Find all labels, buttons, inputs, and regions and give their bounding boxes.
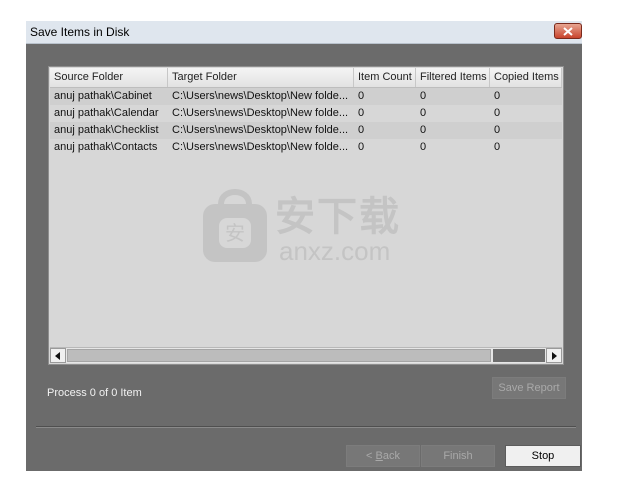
table-row[interactable]: anuj pathak\Cabinet C:\Users\news\Deskto… (50, 88, 562, 105)
cell-copied-items: 0 (494, 124, 501, 136)
finish-button[interactable]: Finish (421, 445, 495, 467)
close-icon (563, 26, 573, 36)
save-report-button[interactable]: Save Report (492, 377, 566, 399)
column-header-source-folder[interactable]: Source Folder (50, 68, 168, 87)
back-button-prefix: < (366, 450, 376, 462)
cell-filtered-items: 0 (420, 90, 427, 102)
column-header-item-count[interactable]: Item Count (354, 68, 416, 87)
cell-item-count: 0 (358, 124, 365, 136)
title-bar: Save Items in Disk (26, 21, 582, 44)
scrollbar-thumb[interactable] (67, 349, 491, 362)
scroll-right-button[interactable] (546, 348, 562, 363)
table-row[interactable]: anuj pathak\Calendar C:\Users\news\Deskt… (50, 105, 562, 122)
cell-filtered-items: 0 (420, 107, 427, 119)
watermark-badge-char: 安 (225, 221, 245, 245)
grid-header: Source Folder Target Folder Item Count F… (50, 68, 562, 88)
arrow-right-icon (552, 351, 557, 360)
process-status: Process 0 of 0 Item (47, 387, 142, 399)
cell-target-folder: C:\Users\news\Desktop\New folde... (172, 124, 349, 136)
save-items-dialog: Save Items in Disk Source Folder Target … (26, 21, 582, 471)
table-row[interactable]: anuj pathak\Checklist C:\Users\news\Desk… (50, 122, 562, 139)
table-row[interactable]: anuj pathak\Contacts C:\Users\news\Deskt… (50, 139, 562, 156)
back-button[interactable]: < Back (346, 445, 420, 467)
divider (36, 426, 576, 428)
cell-copied-items: 0 (494, 141, 501, 153)
column-header-target-folder[interactable]: Target Folder (168, 68, 354, 87)
cell-item-count: 0 (358, 107, 365, 119)
watermark: 安 安下载 anxz.com (199, 182, 439, 272)
cell-target-folder: C:\Users\news\Desktop\New folde... (172, 141, 349, 153)
cell-item-count: 0 (358, 90, 365, 102)
close-button[interactable] (554, 23, 582, 39)
cell-source-folder: anuj pathak\Cabinet (54, 90, 152, 102)
cell-filtered-items: 0 (420, 124, 427, 136)
cell-target-folder: C:\Users\news\Desktop\New folde... (172, 90, 349, 102)
cell-source-folder: anuj pathak\Contacts (54, 141, 158, 153)
cell-item-count: 0 (358, 141, 365, 153)
cell-copied-items: 0 (494, 107, 501, 119)
column-header-copied-items[interactable]: Copied Items (490, 68, 562, 87)
back-button-mnemonic: B (375, 450, 383, 462)
cell-filtered-items: 0 (420, 141, 427, 153)
stop-button[interactable]: Stop (505, 445, 581, 467)
back-button-rest: ack (382, 450, 400, 462)
scrollbar-track[interactable] (493, 349, 545, 362)
arrow-left-icon (55, 351, 60, 360)
shopping-bag-icon: 安 (203, 189, 267, 262)
cell-copied-items: 0 (494, 90, 501, 102)
watermark-en: anxz.com (279, 236, 391, 266)
column-header-filtered-items[interactable]: Filtered Items (416, 68, 490, 87)
window-title: Save Items in Disk (30, 25, 130, 39)
items-grid[interactable]: Source Folder Target Folder Item Count F… (48, 66, 564, 365)
cell-source-folder: anuj pathak\Checklist (54, 124, 159, 136)
scroll-left-button[interactable] (50, 348, 66, 363)
watermark-cn: 安下载 (275, 195, 401, 239)
horizontal-scrollbar[interactable] (50, 347, 562, 363)
cell-target-folder: C:\Users\news\Desktop\New folde... (172, 107, 349, 119)
cell-source-folder: anuj pathak\Calendar (54, 107, 159, 119)
